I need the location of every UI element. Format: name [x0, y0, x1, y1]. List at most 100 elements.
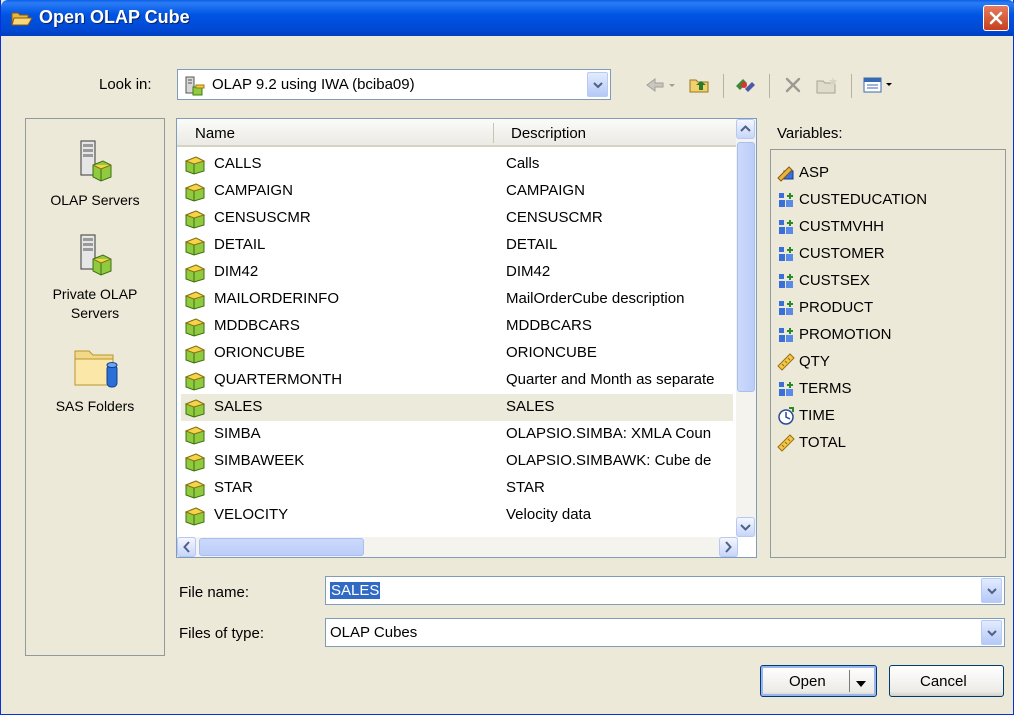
- list-item[interactable]: QUARTERMONTH Quarter and Month as separat…: [181, 367, 733, 394]
- list-item[interactable]: MAILORDERINFO MailOrderCube description: [181, 286, 733, 313]
- cube-name: MDDBCARS: [214, 317, 300, 334]
- scroll-right-button[interactable]: [719, 537, 738, 557]
- cube-icon: [184, 506, 206, 530]
- variable-name: PRODUCT: [799, 299, 874, 316]
- back-button[interactable]: [639, 70, 681, 100]
- list-item[interactable]: CENSUSCMR CENSUSCMR: [181, 205, 733, 232]
- cube-description: ORIONCUBE: [506, 344, 597, 361]
- cancel-button[interactable]: Cancel: [889, 665, 1004, 697]
- chevron-down-icon: [593, 82, 603, 89]
- olap-server-icon: [73, 231, 117, 279]
- connect-icon: [736, 79, 755, 92]
- list-item[interactable]: DIM42 DIM42: [181, 259, 733, 286]
- column-divider[interactable]: [493, 123, 494, 143]
- chevron-up-icon: [740, 125, 751, 132]
- title-bar[interactable]: Open OLAP Cube: [1, 0, 1014, 36]
- file-name-input[interactable]: SALES: [330, 582, 381, 599]
- cube-icon: [184, 344, 206, 368]
- cube-name: QUARTERMONTH: [214, 371, 343, 388]
- list-item[interactable]: CALLS Calls: [181, 151, 733, 178]
- files-of-type-combobox[interactable]: OLAP Cubes: [325, 618, 1005, 647]
- views-menu-button[interactable]: [857, 70, 899, 100]
- column-header-description[interactable]: Description: [511, 125, 586, 142]
- cube-name: CALLS: [214, 155, 262, 172]
- dimension-icon: [777, 218, 795, 240]
- cube-icon: [184, 209, 206, 233]
- scroll-down-button[interactable]: [736, 517, 755, 537]
- cube-description: OLAPSIO.SIMBAWK: Cube de: [506, 452, 712, 469]
- vertical-scrollbar[interactable]: [736, 119, 756, 537]
- chevron-right-icon: [725, 541, 732, 553]
- column-header-name[interactable]: Name: [195, 125, 235, 142]
- place-olap-servers[interactable]: OLAP Servers: [26, 137, 164, 210]
- ruler-icon: [777, 434, 795, 456]
- olap-server-icon: [73, 137, 117, 185]
- list-item[interactable]: DETAIL DETAIL: [181, 232, 733, 259]
- measure-icon: [777, 164, 795, 186]
- list-item[interactable]: MDDBCARS MDDBCARS: [181, 313, 733, 340]
- close-button[interactable]: [983, 5, 1009, 31]
- cube-name: DETAIL: [214, 236, 266, 253]
- list-item[interactable]: VELOCITY Velocity data: [181, 502, 733, 529]
- list-item[interactable]: SIMBA OLAPSIO.SIMBA: XMLA Coun: [181, 421, 733, 448]
- window-title: Open OLAP Cube: [39, 7, 190, 27]
- cube-description: DIM42: [506, 263, 551, 280]
- cube-name: ORIONCUBE: [214, 344, 305, 361]
- variable-name: CUSTMVHH: [799, 218, 884, 235]
- cube-description: CENSUSCMR: [506, 209, 603, 226]
- cube-icon: [184, 263, 206, 287]
- cube-description: OLAPSIO.SIMBA: XMLA Coun: [506, 425, 712, 442]
- scroll-left-button[interactable]: [177, 537, 196, 557]
- file-name-combobox[interactable]: SALES: [325, 576, 1005, 605]
- horizontal-scroll-thumb[interactable]: [199, 538, 364, 556]
- time-icon: [777, 407, 795, 429]
- open-options-dropdown[interactable]: [855, 676, 867, 693]
- list-item[interactable]: CAMPAIGN CAMPAIGN: [181, 178, 733, 205]
- list-item[interactable]: STAR STAR: [181, 475, 733, 502]
- cube-description: STAR: [506, 479, 545, 496]
- cube-file-list[interactable]: Name Description CALLS Calls CAMPAIGN CAMPA…: [176, 118, 757, 558]
- cube-icon: [184, 290, 206, 314]
- place-private-olap-servers[interactable]: Private OLAP Servers: [26, 231, 164, 323]
- cube-description: MDDBCARS: [506, 317, 592, 334]
- open-button[interactable]: Open: [760, 665, 877, 697]
- up-folder-button[interactable]: [685, 70, 715, 100]
- look-in-combobox[interactable]: OLAP 9.2 using IWA (bciba09): [177, 69, 611, 100]
- cube-name: MAILORDERINFO: [214, 290, 340, 307]
- look-in-dropdown-button[interactable]: [587, 72, 608, 97]
- list-header: Name Description: [177, 119, 737, 147]
- cancel-button-label: Cancel: [920, 673, 967, 690]
- files-of-type-value: OLAP Cubes: [330, 624, 418, 641]
- dimension-icon: [777, 191, 795, 213]
- new-folder-button[interactable]: [811, 70, 845, 100]
- file-name-label: File name:: [179, 584, 250, 601]
- places-bar: OLAP Servers Private OLAP Servers SAS Fo…: [25, 118, 165, 656]
- toolbar-separator: [851, 74, 852, 98]
- list-item[interactable]: SIMBAWEEK OLAPSIO.SIMBAWK: Cube de: [181, 448, 733, 475]
- cube-description: SALES: [506, 398, 555, 415]
- cube-icon: [184, 425, 206, 449]
- chevron-down-icon: [987, 630, 997, 637]
- toolbar-separator: [723, 74, 724, 98]
- cube-name: DIM42: [214, 263, 259, 280]
- cube-icon: [184, 452, 206, 476]
- variable-name: CUSTEDUCATION: [799, 191, 928, 208]
- dimension-icon: [777, 326, 795, 348]
- files-of-type-dropdown-button[interactable]: [981, 620, 1002, 645]
- vertical-scroll-thumb[interactable]: [737, 142, 755, 392]
- horizontal-scrollbar[interactable]: [177, 537, 738, 557]
- delete-button[interactable]: [777, 70, 809, 100]
- cube-name: SIMBAWEEK: [214, 452, 305, 469]
- variables-list[interactable]: ASP CUSTEDUCATION CUSTMVHH CUSTOMER CUSTSEX P…: [770, 149, 1006, 558]
- cube-name: VELOCITY: [214, 506, 289, 523]
- cube-name: SALES: [214, 398, 263, 415]
- place-sas-folders[interactable]: SAS Folders: [26, 343, 164, 416]
- cube-icon: [184, 155, 206, 179]
- list-item[interactable]: ORIONCUBE ORIONCUBE: [181, 340, 733, 367]
- connect-button[interactable]: [729, 70, 761, 100]
- sas-folder-icon: [73, 343, 118, 391]
- list-item[interactable]: SALES SALES: [181, 394, 733, 421]
- cube-description: Velocity data: [506, 506, 592, 523]
- file-name-dropdown-button[interactable]: [981, 578, 1002, 603]
- scroll-up-button[interactable]: [736, 119, 755, 139]
